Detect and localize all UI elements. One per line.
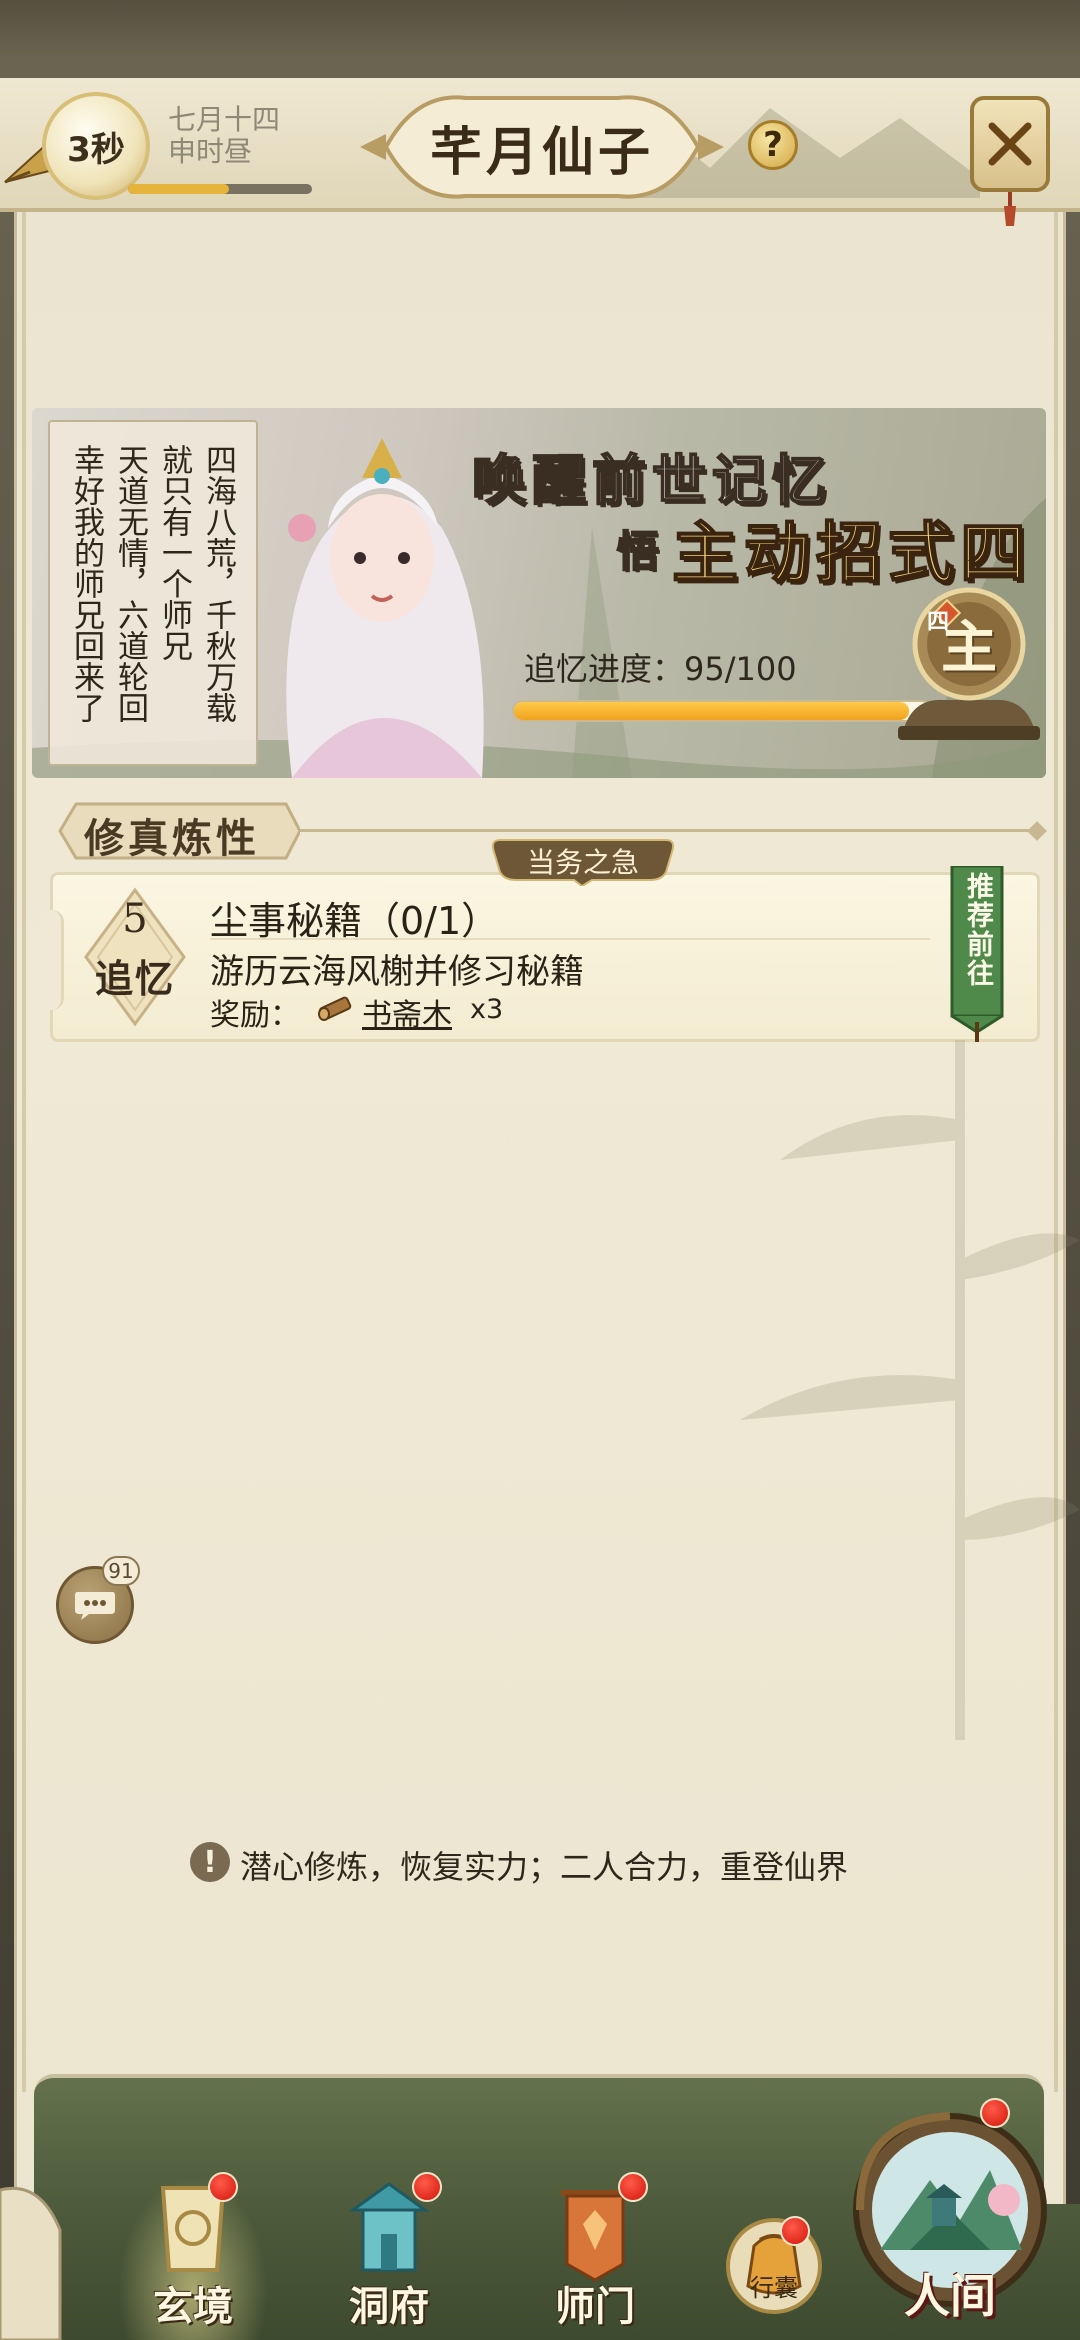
poem-panel: 四海八荒，千秋万载 就只有一个师兄 天道无情，六道轮回 幸好我的师兄回来了 (48, 420, 258, 766)
tip-text: 潜心修炼，恢复实力；二人合力，重登仙界 (240, 1848, 849, 1886)
poem-line: 幸好我的师兄回来了 (68, 444, 104, 723)
quest-title: 尘事秘籍（0/1） (210, 899, 500, 943)
notification-dot (618, 2172, 648, 2202)
memory-progress-bar (512, 700, 932, 722)
go-button-label[interactable]: 推荐前往 (954, 872, 1000, 988)
close-icon (988, 122, 1032, 166)
date-hour: 申时昼 (168, 135, 253, 168)
memory-banner[interactable]: 四海八荒，千秋万载 就只有一个师兄 天道无情，六道轮回 幸好我的师兄回来了 唤醒… (32, 408, 1046, 778)
bag-label: 行囊 (750, 2274, 798, 2302)
info-icon: ! (190, 1842, 230, 1882)
memory-progress-label: 追忆进度：95/100 (524, 650, 797, 688)
memory-progress-fill (514, 702, 910, 720)
chat-unread-badge: 91 (102, 1556, 140, 1586)
nav-item-shimen[interactable]: 师门 (520, 2172, 670, 2340)
notification-dot (780, 2216, 810, 2246)
memory-label: 追忆 (94, 956, 175, 1001)
nav-item-xuanjing[interactable]: 玄境 (118, 2172, 268, 2340)
notification-dot (208, 2172, 238, 2202)
page-title: 芊月仙子 (429, 121, 654, 183)
help-button[interactable]: ? (748, 120, 798, 170)
wood-log-icon (318, 996, 352, 1021)
scroll-decoration (0, 2186, 62, 2340)
memory-count: 5 (122, 896, 148, 942)
notification-dot (412, 2172, 442, 2202)
reward-count: x3 (470, 994, 504, 1025)
nav-label: 玄境 (153, 2283, 233, 2330)
poem-line: 天道无情，六道轮回 (112, 444, 148, 723)
quest-card-notch (40, 910, 64, 1010)
title-plaque: 芊月仙子 (356, 84, 728, 210)
game-date: 七月十四 申时昼 (168, 104, 280, 168)
section-title: 修真炼性 (84, 815, 260, 862)
time-progress-fill (128, 184, 230, 194)
nav-item-dongfu[interactable]: 洞府 (314, 2172, 464, 2340)
banner-headline-prefix: 悟 (616, 526, 660, 577)
poem-line: 就只有一个师兄 (156, 444, 192, 661)
nav-label: 师门 (555, 2283, 635, 2330)
world-label: 人间 (904, 2269, 996, 2323)
chat-bubble-icon (75, 1592, 115, 1620)
quest-description: 游历云海风榭并修习秘籍 (210, 952, 584, 992)
time-progress-bar (128, 184, 312, 194)
date-day: 七月十四 (168, 103, 281, 136)
skill-glyph: 主 (941, 614, 997, 681)
bamboo-watermark (740, 1040, 1080, 1740)
nav-label: 洞府 (349, 2283, 429, 2330)
notification-dot (980, 2098, 1010, 2128)
poem-line: 四海八荒，千秋万载 (200, 444, 236, 723)
tassel-decoration (1004, 192, 1016, 226)
urgent-label: 当务之急 (526, 846, 639, 879)
quest-divider (210, 938, 930, 940)
reward-item-link[interactable]: 书斋木 (362, 990, 452, 1034)
close-button[interactable] (970, 96, 1050, 192)
skill-badge[interactable]: 主 四 (884, 578, 1046, 748)
skill-level-tag: 四 (926, 609, 949, 635)
reward-label: 奖励： (210, 998, 300, 1033)
section-divider (300, 829, 1040, 832)
